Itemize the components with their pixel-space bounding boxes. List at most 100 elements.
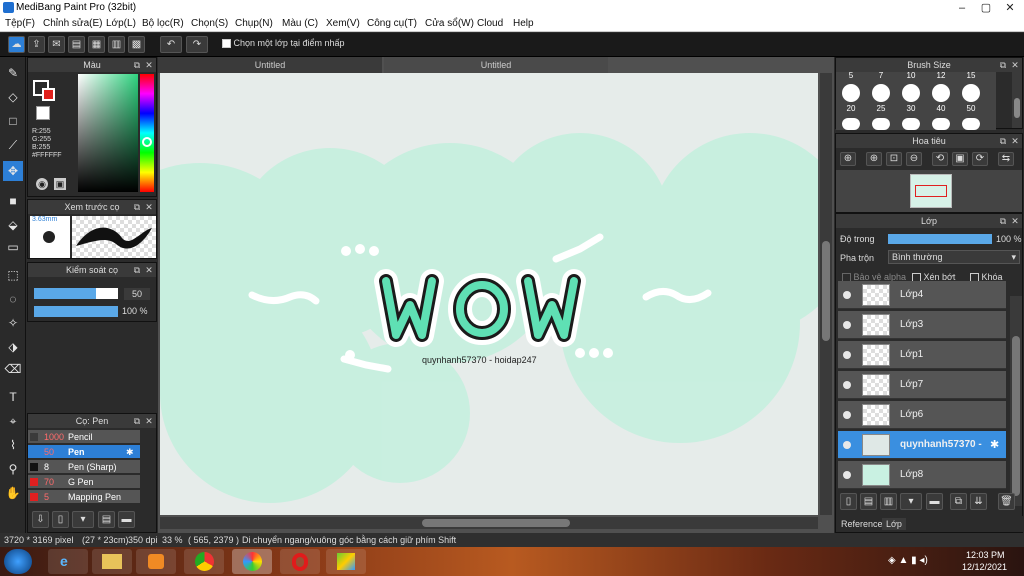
horizontal-scrollbar[interactable] [160, 517, 818, 529]
checkbox-box[interactable] [222, 39, 231, 49]
brush-size-option[interactable] [872, 118, 890, 130]
close-panel-icon[interactable]: ✕ [144, 263, 154, 277]
tab-layer[interactable]: Lớp [882, 518, 906, 530]
clock-time[interactable]: 12:03 PM [966, 550, 1005, 560]
close-panel-icon[interactable]: ✕ [144, 414, 154, 428]
secondary-color-swatch[interactable] [36, 106, 50, 120]
visibility-eye-icon[interactable] [843, 351, 851, 359]
navigator-viewport[interactable] [915, 185, 947, 197]
menu-view[interactable]: Xem(V) [326, 18, 360, 29]
saturation-value-picker[interactable] [78, 74, 138, 192]
dropper-tool-icon[interactable]: ⚲ [3, 459, 23, 479]
zoom-out-icon[interactable]: ⊖ [906, 152, 922, 166]
layer-list-scrollbar[interactable] [1010, 296, 1022, 506]
brush-size-option[interactable] [962, 118, 980, 130]
primary-color-fill[interactable] [42, 88, 55, 101]
undock-icon[interactable]: ⧉ [998, 58, 1008, 72]
blend-mode-select[interactable]: Bình thường ▾ [888, 250, 1020, 264]
document-tab-1[interactable]: Untitled [158, 57, 382, 73]
start-button[interactable] [4, 549, 32, 574]
magic-wand-tool-icon[interactable]: ✧ [3, 313, 23, 333]
brush-size-option[interactable] [932, 84, 950, 102]
menu-layer[interactable]: Lớp(L) [106, 18, 136, 29]
duplicate-layer-icon[interactable]: ⧉ [950, 493, 967, 510]
visibility-eye-icon[interactable] [843, 471, 851, 479]
new-halftone-layer-icon[interactable]: ▤ [860, 493, 877, 510]
visibility-eye-icon[interactable] [843, 321, 851, 329]
new-layer-icon[interactable]: ▯ [840, 493, 857, 510]
bluestacks-icon[interactable] [326, 549, 366, 574]
operation-tool-icon[interactable]: ⌖ [3, 411, 23, 431]
copy-brush-icon[interactable]: ▤ [98, 511, 115, 528]
menu-cloud[interactable]: Cloud [477, 18, 503, 29]
media-player-icon[interactable] [136, 549, 176, 574]
layer-scroll-thumb[interactable] [1012, 336, 1020, 496]
ie-icon[interactable]: e [48, 549, 88, 574]
brush-size-option[interactable] [842, 118, 860, 130]
close-button[interactable]: ✕ [998, 0, 1022, 16]
undock-icon[interactable]: ⧉ [132, 58, 142, 72]
menu-window[interactable]: Cửa sổ(W) [425, 18, 474, 29]
eyedropper-tool-icon[interactable]: ⌇ [3, 435, 23, 455]
select-eraser-tool-icon[interactable]: ⌫ [3, 359, 23, 379]
zoom-in-2-icon[interactable]: ⊕ [866, 152, 882, 166]
palette-icon[interactable]: ▣ [54, 178, 66, 190]
brush-item-mapping-pen[interactable]: 5 Mapping Pen [28, 490, 140, 504]
undock-icon[interactable]: ⧉ [998, 214, 1008, 228]
brush-item-g-pen[interactable]: 70 G Pen [28, 475, 140, 489]
layer-opacity-slider[interactable] [888, 234, 992, 244]
text-tool-icon[interactable]: T [3, 387, 23, 407]
layer-row[interactable]: Lớp3 [838, 311, 1006, 339]
hand-tool-icon[interactable]: ✋ [3, 483, 23, 503]
grid-list-icon[interactable]: ▥ [108, 36, 125, 53]
close-panel-icon[interactable]: ✕ [1010, 134, 1020, 148]
visibility-eye-icon[interactable] [843, 291, 851, 299]
undock-icon[interactable]: ⧉ [132, 200, 142, 214]
tray-icons[interactable]: ◈ ▲ ▮ ◂) [888, 555, 928, 566]
opera-icon[interactable] [280, 549, 320, 574]
menu-select[interactable]: Chọn(S) [191, 18, 228, 29]
explorer-icon[interactable] [92, 549, 132, 574]
clock-date[interactable]: 12/12/2021 [962, 562, 1007, 572]
brush-size-option[interactable] [932, 118, 950, 130]
menu-file[interactable]: Tệp(F) [5, 18, 35, 29]
brush-item-pen[interactable]: 50 Pen ✱ [28, 445, 140, 459]
menu-tools[interactable]: Công cụ(T) [367, 18, 417, 29]
menu-capture[interactable]: Chụp(N) [235, 18, 273, 29]
brush-size-scrollbar[interactable] [1012, 72, 1022, 128]
menu-edit[interactable]: Chỉnh sửa(E) [43, 18, 103, 29]
lasso-tool-icon[interactable]: ◌ [3, 289, 23, 309]
brush-size-option[interactable] [902, 84, 920, 102]
comment-icon[interactable]: ✉ [48, 36, 65, 53]
cloud-icon[interactable]: ☁ [8, 36, 25, 53]
new-8bit-layer-icon[interactable]: ▥ [880, 493, 897, 510]
fill-rect-tool-icon[interactable]: ■ [3, 191, 23, 211]
paint-app-icon[interactable] [232, 549, 272, 574]
add-brush-icon[interactable]: ▾ [72, 511, 94, 528]
navigator-thumbnail[interactable] [910, 174, 952, 208]
hue-slider[interactable] [140, 74, 154, 192]
visibility-eye-icon[interactable] [843, 441, 851, 449]
select-pen-tool-icon[interactable]: ⬗ [3, 337, 23, 357]
size-value[interactable]: 50 [124, 288, 150, 300]
rectangle-tool-icon[interactable]: □ [3, 111, 23, 131]
undock-icon[interactable]: ⧉ [132, 414, 142, 428]
add-layer-menu-icon[interactable]: ▾ [900, 493, 922, 510]
close-panel-icon[interactable]: ✕ [144, 200, 154, 214]
drawing-canvas[interactable]: quynhanh57370 - hoidap247 [160, 73, 818, 515]
undock-icon[interactable]: ⧉ [132, 263, 142, 277]
folder-icon[interactable]: ▬ [118, 511, 135, 528]
zoom-fit-icon[interactable]: ⊡ [886, 152, 902, 166]
move-tool-icon[interactable]: ✥ [3, 161, 23, 181]
close-panel-icon[interactable]: ✕ [1010, 214, 1020, 228]
visibility-eye-icon[interactable] [843, 381, 851, 389]
share-icon[interactable]: ⇪ [28, 36, 45, 53]
new-brush-icon[interactable]: ▯ [52, 511, 69, 528]
size-slider-track[interactable] [34, 288, 118, 299]
opacity-value[interactable]: 100 % [122, 306, 148, 316]
color-wheel-icon[interactable]: ◉ [36, 178, 48, 190]
pen-line-tool-icon[interactable]: ⟋ [3, 135, 23, 155]
brush-settings-icon[interactable]: ✱ [126, 445, 134, 459]
flip-icon[interactable]: ⇆ [998, 152, 1014, 166]
merge-layer-icon[interactable]: ⇊ [970, 493, 987, 510]
